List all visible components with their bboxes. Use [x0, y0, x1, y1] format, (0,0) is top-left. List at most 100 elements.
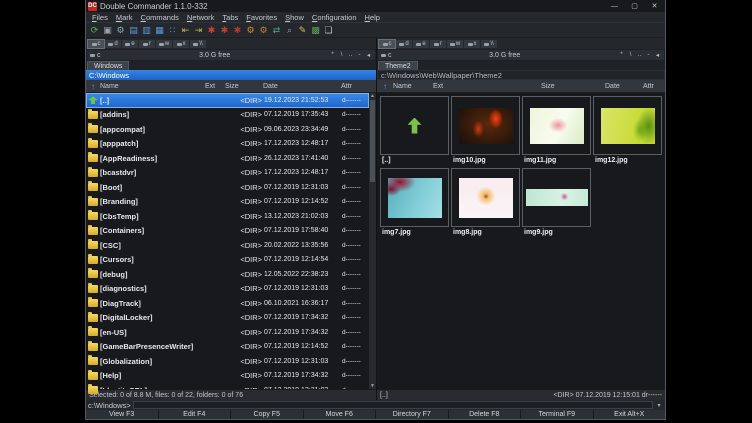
- file-row[interactable]: [Containers] <DIR> 07.12.2019 17:58:40 d…: [86, 224, 369, 239]
- menu-tabs[interactable]: Tabs: [218, 13, 242, 22]
- drive-button-network[interactable]: \\: [481, 40, 497, 48]
- left-current-drive[interactable]: c: [90, 52, 101, 59]
- file-row[interactable]: [bcastdvr] <DIR> 17.12.2023 12:48:17 d--…: [86, 166, 369, 181]
- panel-corner-button[interactable]: *: [329, 51, 336, 59]
- menu-favorites[interactable]: Favorites: [242, 13, 281, 22]
- minimize-button[interactable]: —: [606, 1, 623, 12]
- toolbar-notes-icon[interactable]: ❏: [323, 24, 334, 36]
- file-row[interactable]: [DigitalLocker] <DIR> 07.12.2019 17:34:3…: [86, 311, 369, 326]
- menu-configuration[interactable]: Configuration: [308, 13, 361, 22]
- fkey-view-f3[interactable]: View F3: [86, 410, 159, 419]
- drive-button-d[interactable]: d: [105, 40, 121, 48]
- toolbar-view-thumbnails-icon[interactable]: ▦: [154, 24, 165, 36]
- file-row[interactable]: [AppReadiness] <DIR> 26.12.2023 17:41:40…: [86, 151, 369, 166]
- panel-corner-button[interactable]: ◂: [654, 51, 661, 59]
- thumbnail-img7jpg[interactable]: img7.jpg: [380, 168, 449, 238]
- file-row[interactable]: [Branding] <DIR> 07.12.2019 12:14:52 d--…: [86, 195, 369, 210]
- right-path-bar[interactable]: c:\Windows\Web\Wallpaper\Theme2: [377, 70, 665, 80]
- file-row[interactable]: [Globalization] <DIR> 07.12.2019 12:31:0…: [86, 354, 369, 369]
- toolbar-copy-right-icon[interactable]: ⇥: [193, 24, 204, 36]
- menu-help[interactable]: Help: [361, 13, 384, 22]
- right-column-headers[interactable]: ↑ Name Ext Size Date Attr: [377, 80, 665, 93]
- file-row[interactable]: [addins] <DIR> 07.12.2019 17:35:43 d----…: [86, 108, 369, 123]
- thumbnail-img10jpg[interactable]: img10.jpg: [451, 96, 520, 166]
- panel-corner-button[interactable]: -: [645, 51, 652, 59]
- right-current-drive[interactable]: c: [381, 52, 392, 59]
- toolbar-archive-icon[interactable]: ▩: [310, 24, 321, 36]
- thumbnail-[interactable]: [..]: [380, 96, 449, 166]
- fkey-delete-f8[interactable]: Delete F8: [449, 410, 522, 419]
- drive-button-w[interactable]: w: [156, 40, 172, 48]
- file-row[interactable]: [debug] <DIR> 12.05.2022 22:38:23 d-----…: [86, 267, 369, 282]
- fkey-move-f6[interactable]: Move F6: [304, 410, 377, 419]
- toolbar-pack-icon[interactable]: ⚙: [245, 24, 256, 36]
- drive-button-w[interactable]: w: [447, 40, 463, 48]
- panel-corner-button[interactable]: ◂: [365, 51, 372, 59]
- toolbar-flat-view-icon[interactable]: ∷: [167, 24, 178, 36]
- command-input[interactable]: [133, 401, 653, 409]
- panel-corner-button[interactable]: ..: [347, 51, 354, 59]
- toolbar-unpack-icon[interactable]: ⚙: [258, 24, 269, 36]
- close-button[interactable]: ✕: [646, 1, 663, 12]
- left-header-ext[interactable]: Ext: [205, 83, 225, 90]
- scroll-up-icon[interactable]: ▲: [370, 93, 375, 99]
- toolbar-sync-dirs-icon[interactable]: ⇄: [271, 24, 282, 36]
- drive-button-x[interactable]: x: [464, 40, 480, 48]
- panel-corner-button[interactable]: *: [618, 51, 625, 59]
- left-scrollbar[interactable]: ▲ ▼: [369, 93, 376, 389]
- drive-button-e[interactable]: e: [122, 40, 138, 48]
- file-row[interactable]: [apppatch] <DIR> 17.12.2023 12:48:17 d--…: [86, 137, 369, 152]
- right-tab-theme2[interactable]: Theme2: [378, 61, 418, 70]
- file-row[interactable]: [diagnostics] <DIR> 07.12.2019 12:31:03 …: [86, 282, 369, 297]
- toolbar-view-full-icon[interactable]: ▤: [128, 24, 139, 36]
- fkey-edit-f4[interactable]: Edit F4: [159, 410, 232, 419]
- menu-commands[interactable]: Commands: [137, 13, 183, 22]
- scrollbar-thumb[interactable]: [370, 100, 375, 182]
- right-header-attr[interactable]: Attr: [643, 83, 665, 90]
- drive-button-c[interactable]: c: [379, 40, 395, 48]
- left-column-headers[interactable]: ↑ Name Ext Size Date Attr: [86, 80, 376, 93]
- panel-corner-button[interactable]: \: [627, 51, 634, 59]
- thumbnail-img9jpg[interactable]: img9.jpg: [522, 168, 591, 238]
- right-header-size[interactable]: Size: [541, 83, 605, 90]
- drive-button-r[interactable]: r: [139, 40, 155, 48]
- fkey-copy-f5[interactable]: Copy F5: [231, 410, 304, 419]
- drive-button-e[interactable]: e: [413, 40, 429, 48]
- left-header-size[interactable]: Size: [225, 83, 263, 90]
- file-row[interactable]: [en-US] <DIR> 07.12.2019 17:34:32 d-----…: [86, 325, 369, 340]
- toolbar-refresh-icon[interactable]: ⟳: [89, 24, 100, 36]
- toolbar-options-icon[interactable]: ⚙: [115, 24, 126, 36]
- drive-button-x[interactable]: x: [173, 40, 189, 48]
- right-header-ext[interactable]: Ext: [433, 83, 541, 90]
- toolbar-copy-left-icon[interactable]: ⇤: [180, 24, 191, 36]
- toolbar-view-brief-icon[interactable]: ▥: [141, 24, 152, 36]
- right-header-name[interactable]: Name: [393, 83, 433, 90]
- left-path-bar[interactable]: C:\Windows: [86, 70, 376, 80]
- menu-mark[interactable]: Mark: [112, 13, 137, 22]
- file-row[interactable]: [appcompat] <DIR> 09.06.2023 23:34:49 d-…: [86, 122, 369, 137]
- file-row[interactable]: [Cursors] <DIR> 07.12.2019 12:14:54 d---…: [86, 253, 369, 268]
- drive-button-c[interactable]: c: [88, 40, 104, 48]
- menu-network[interactable]: Network: [183, 13, 219, 22]
- drive-button-r[interactable]: r: [430, 40, 446, 48]
- right-header-date[interactable]: Date: [605, 83, 643, 90]
- panel-corner-button[interactable]: \: [338, 51, 345, 59]
- toolbar-terminal-icon[interactable]: ▣: [102, 24, 113, 36]
- file-row[interactable]: [DiagTrack] <DIR> 06.10.2021 16:36:17 d-…: [86, 296, 369, 311]
- file-row[interactable]: [..] <DIR> 19.12.2023 21:52:53 d-------: [86, 93, 369, 108]
- thumbnail-img12jpg[interactable]: img12.jpg: [593, 96, 662, 166]
- left-tab-windows[interactable]: Windows: [87, 61, 129, 70]
- file-row[interactable]: [Help] <DIR> 07.12.2019 17:34:32 d------…: [86, 369, 369, 384]
- menu-show[interactable]: Show: [281, 13, 308, 22]
- toolbar-search-icon[interactable]: ⌕: [284, 24, 295, 36]
- menu-files[interactable]: Files: [88, 13, 112, 22]
- thumbnail-img8jpg[interactable]: img8.jpg: [451, 168, 520, 238]
- left-header-date[interactable]: Date: [263, 83, 341, 90]
- panel-corner-button[interactable]: -: [356, 51, 363, 59]
- left-header-name[interactable]: Name: [100, 83, 205, 90]
- toolbar-edit-icon[interactable]: ✎: [297, 24, 308, 36]
- left-header-attr[interactable]: Attr: [341, 83, 368, 90]
- fkey-exit-alt-x[interactable]: Exit Alt+X: [594, 410, 666, 419]
- file-row[interactable]: [CbsTemp] <DIR> 13.12.2023 21:02:03 d---…: [86, 209, 369, 224]
- drive-button-network[interactable]: \\: [190, 40, 206, 48]
